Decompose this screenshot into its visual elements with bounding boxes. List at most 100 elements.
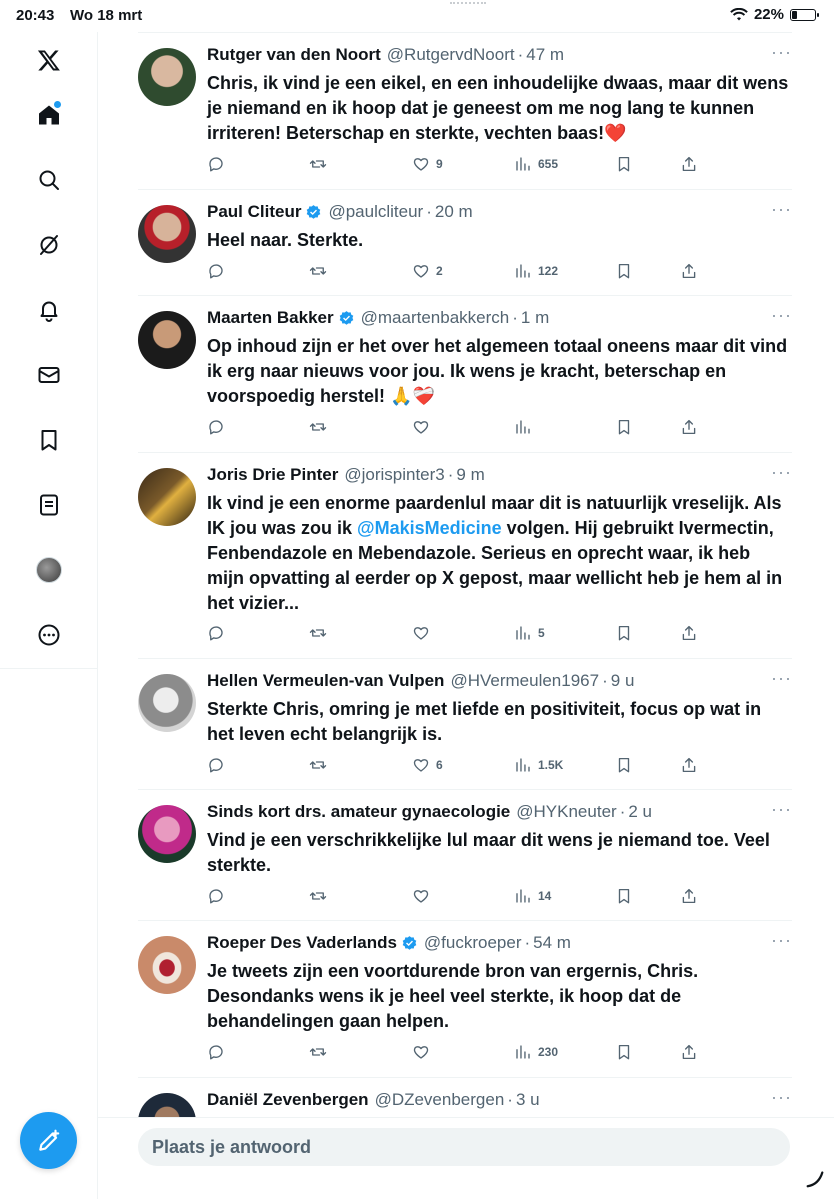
retweet-button[interactable] [309,262,333,280]
share-button[interactable] [680,1043,698,1061]
multitasking-indicator[interactable] [450,0,486,4]
like-button[interactable] [412,624,436,642]
author-name[interactable]: Maarten Bakker [207,308,334,328]
mention-link[interactable]: @MakisMedicine [357,518,502,538]
like-button[interactable]: 2 [412,262,443,280]
retweet-button[interactable] [309,155,333,173]
like-button[interactable] [412,887,436,905]
author-name[interactable]: Rutger van den Noort [207,45,381,65]
author-handle[interactable]: @HYKneuter [516,802,616,822]
views-button[interactable]: 230 [514,1043,558,1061]
tweet[interactable]: Roeper Des Vaderlands @fuckroeper · 54 m… [138,920,792,1077]
views-button[interactable]: 655 [514,155,558,173]
like-button[interactable] [412,418,436,436]
avatar[interactable] [138,936,196,994]
bell-icon[interactable] [29,290,69,330]
x-logo-icon[interactable] [29,40,69,80]
bookmark-button[interactable] [615,887,633,905]
compose-button[interactable] [20,1112,77,1169]
reply-button[interactable] [207,756,231,774]
author-handle[interactable]: @fuckroeper [424,933,522,953]
author-name[interactable]: Daniël Zevenbergen [207,1090,369,1110]
retweet-button[interactable] [309,418,333,436]
share-button[interactable] [680,624,698,642]
avatar[interactable] [138,311,196,369]
author-name[interactable]: Roeper Des Vaderlands [207,933,397,953]
share-button[interactable] [680,262,698,280]
share-button[interactable] [680,155,698,173]
views-button[interactable]: 122 [514,262,558,280]
tweet[interactable]: Rutger van den Noort @RutgervdNoort · 47… [138,32,792,189]
bookmark-button[interactable] [615,155,633,173]
views-button[interactable] [514,418,538,436]
tweet-time[interactable]: 20 m [435,202,473,222]
reply-button[interactable] [207,418,231,436]
more-options-icon[interactable]: ··· [771,463,792,481]
more-options-icon[interactable]: ··· [771,306,792,324]
avatar[interactable] [138,48,196,106]
tweet-time[interactable]: 47 m [526,45,564,65]
reply-button[interactable] [207,624,231,642]
search-icon[interactable] [29,160,69,200]
more-options-icon[interactable]: ··· [771,43,792,61]
tweet-time[interactable]: 3 u [516,1090,540,1110]
avatar[interactable] [138,468,196,526]
author-handle[interactable]: @paulcliteur [328,202,423,222]
retweet-button[interactable] [309,1043,333,1061]
share-button[interactable] [680,418,698,436]
reply-button[interactable] [207,1043,231,1061]
retweet-button[interactable] [309,887,333,905]
share-button[interactable] [680,887,698,905]
share-button[interactable] [680,756,698,774]
avatar[interactable] [138,205,196,263]
like-button[interactable]: 6 [412,756,443,774]
tweet[interactable]: Sinds kort drs. amateur gynaecologie @HY… [138,789,792,920]
reply-button[interactable] [207,262,231,280]
more-options-icon[interactable]: ··· [771,200,792,218]
tweet-time[interactable]: 2 u [628,802,652,822]
reply-button[interactable] [207,887,231,905]
home-icon[interactable] [29,95,69,135]
tweet[interactable]: Maarten Bakker @maartenbakkerch · 1 m ··… [138,295,792,452]
bookmark-icon[interactable] [29,420,69,460]
author-name[interactable]: Paul Cliteur [207,202,301,222]
tweet-time[interactable]: 9 u [611,671,635,691]
bookmark-button[interactable] [615,262,633,280]
tweet[interactable]: Paul Cliteur @paulcliteur · 20 m ··· Hee… [138,189,792,295]
reply-button[interactable] [207,155,231,173]
author-handle[interactable]: @HVermeulen1967 [450,671,599,691]
views-button[interactable]: 14 [514,887,551,905]
mail-icon[interactable] [29,355,69,395]
list-icon[interactable] [29,485,69,525]
avatar[interactable] [138,805,196,863]
tweet-time[interactable]: 1 m [521,308,549,328]
tweet[interactable]: Hellen Vermeulen-van Vulpen @HVermeulen1… [138,658,792,789]
more-options-icon[interactable]: ··· [771,800,792,818]
bookmark-button[interactable] [615,624,633,642]
more-options-icon[interactable]: ··· [771,1088,792,1106]
bookmark-button[interactable] [615,756,633,774]
grok-icon[interactable] [29,225,69,265]
tweet[interactable]: Joris Drie Pinter @jorispinter3 · 9 m ··… [138,452,792,658]
author-name[interactable]: Hellen Vermeulen-van Vulpen [207,671,444,691]
tweet-time[interactable]: 9 m [456,465,484,485]
bookmark-button[interactable] [615,1043,633,1061]
bookmark-button[interactable] [615,418,633,436]
avatar[interactable] [138,1093,196,1117]
author-handle[interactable]: @jorispinter3 [344,465,444,485]
avatar[interactable] [138,674,196,732]
views-button[interactable]: 1.5K [514,756,563,774]
author-handle[interactable]: @RutgervdNoort [387,45,515,65]
more-options-icon[interactable]: ··· [771,931,792,949]
author-name[interactable]: Sinds kort drs. amateur gynaecologie [207,802,510,822]
retweet-button[interactable] [309,756,333,774]
author-handle[interactable]: @DZevenbergen [375,1090,505,1110]
author-name[interactable]: Joris Drie Pinter [207,465,338,485]
profile-avatar[interactable] [29,550,69,590]
tweet[interactable]: Daniël Zevenbergen @DZevenbergen · 3 u ·… [138,1077,792,1117]
author-handle[interactable]: @maartenbakkerch [361,308,510,328]
views-button[interactable]: 5 [514,624,545,642]
like-button[interactable]: 9 [412,155,443,173]
more-circle-icon[interactable] [29,615,69,655]
reply-input[interactable] [138,1128,790,1166]
